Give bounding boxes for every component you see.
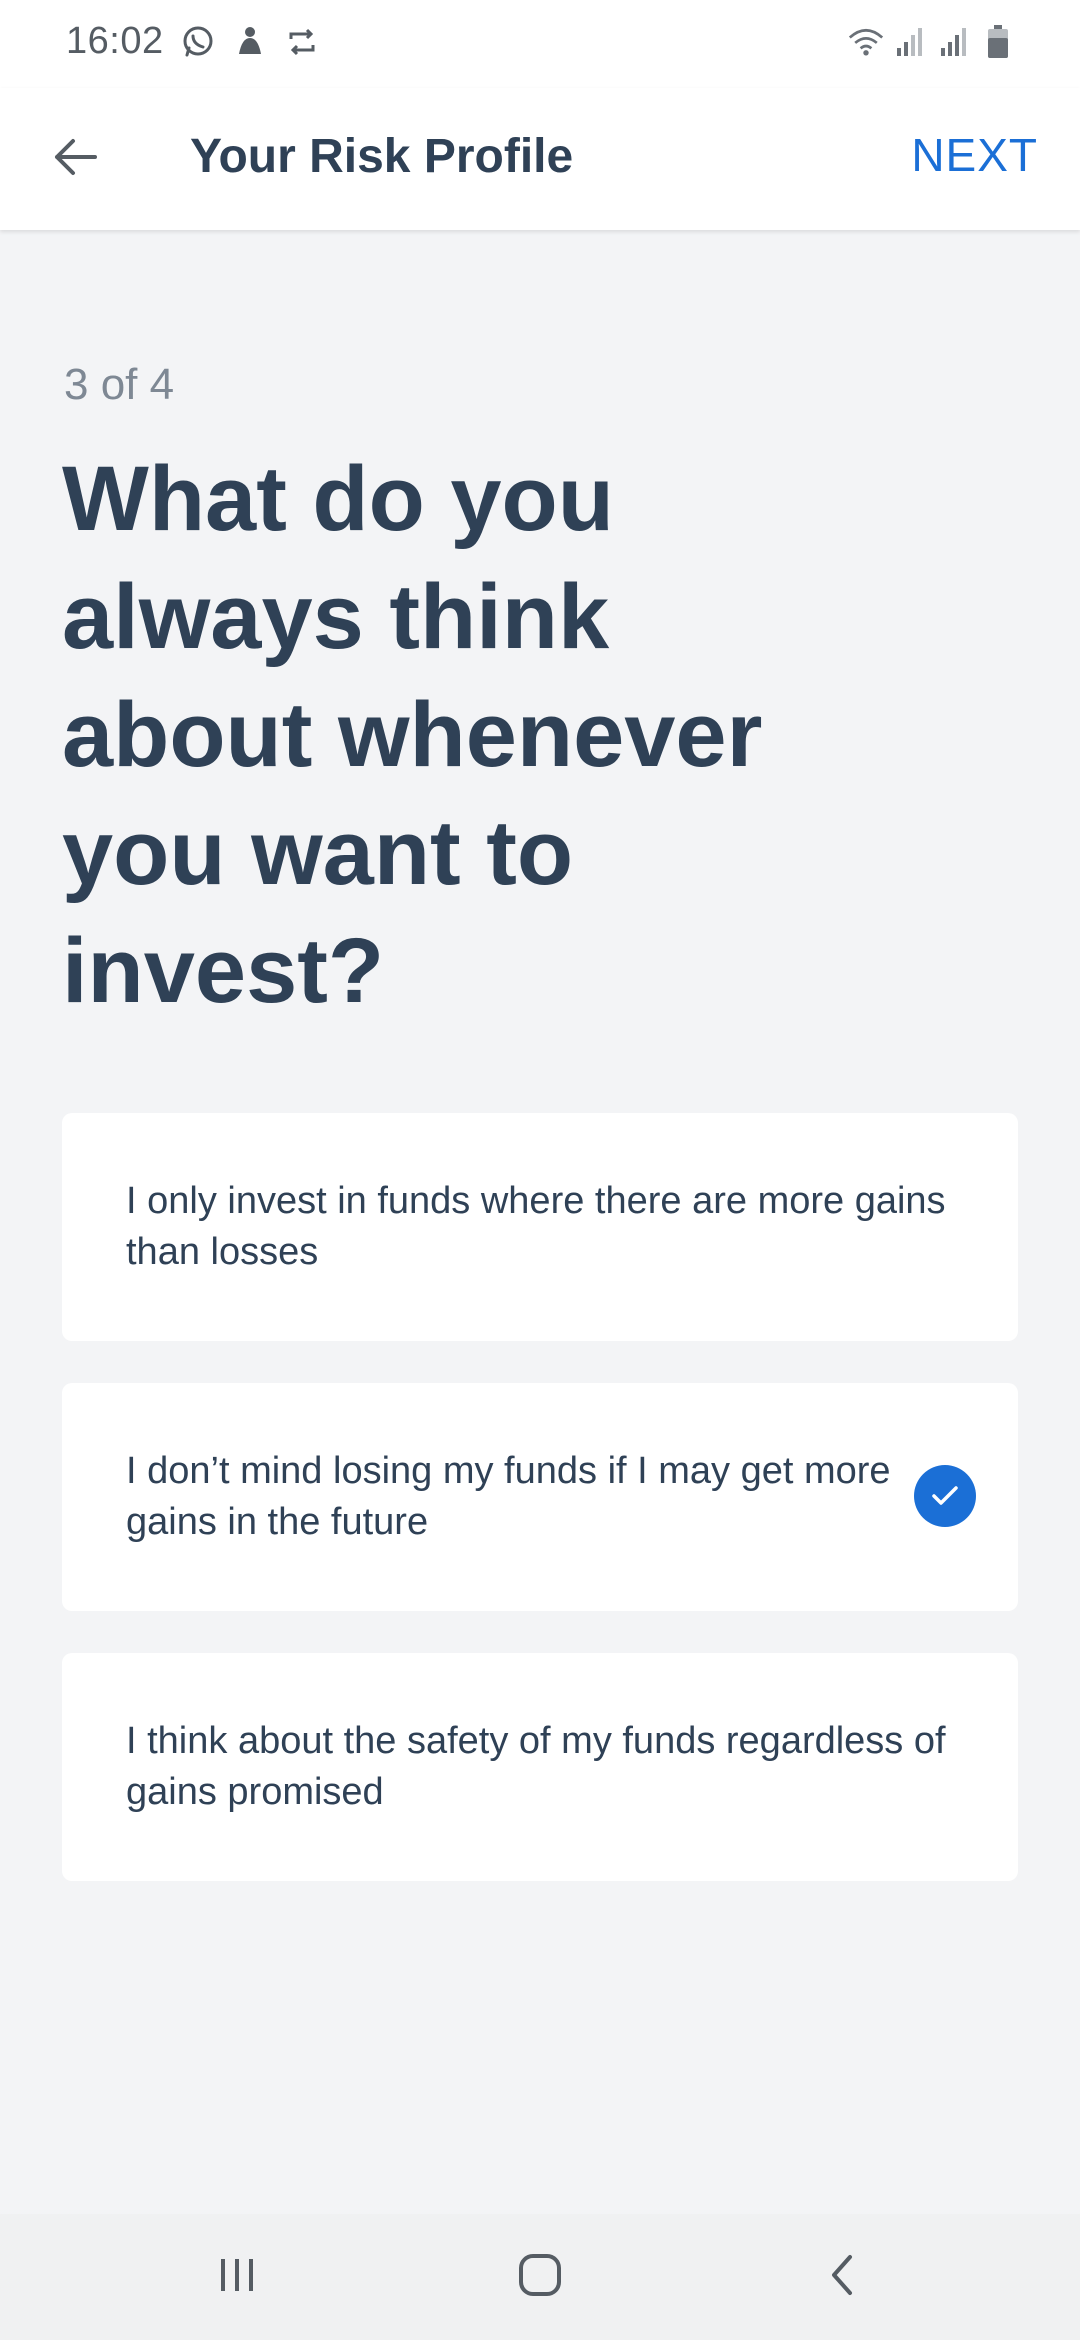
home-button[interactable] (500, 2244, 580, 2310)
answer-option-text: I think about the safety of my funds reg… (126, 1720, 946, 1813)
check-icon (914, 1465, 976, 1527)
answer-option[interactable]: I think about the safety of my funds reg… (62, 1653, 1018, 1881)
question-heading: What do you always think about whenever … (62, 448, 763, 1022)
back-icon (826, 2253, 858, 2302)
answer-option-text: I only invest in funds where there are m… (126, 1180, 946, 1273)
wifi-icon (848, 22, 884, 62)
system-nav-bar (0, 2214, 1080, 2340)
step-indicator: 3 of 4 (64, 360, 175, 409)
system-back-button[interactable] (802, 2244, 882, 2310)
answer-option-text: I don’t mind losing my funds if I may ge… (126, 1450, 891, 1543)
status-time: 16:02 (66, 20, 164, 62)
page-title: Your Risk Profile (190, 130, 574, 183)
notification-app-icon (230, 22, 270, 62)
status-icons-left (178, 22, 322, 62)
status-icons-right (848, 22, 1016, 62)
recent-apps-button[interactable] (197, 2244, 277, 2310)
answer-option[interactable]: I only invest in funds where there are m… (62, 1113, 1018, 1341)
signal-icon (936, 22, 972, 62)
sync-icon (282, 22, 322, 62)
back-button[interactable] (40, 124, 110, 194)
home-icon (517, 2252, 563, 2303)
status-bar: 16:02 (0, 0, 1080, 88)
signal-icon (892, 22, 928, 62)
next-button[interactable]: NEXT (911, 128, 1038, 182)
battery-icon (980, 22, 1016, 62)
app-bar: Your Risk Profile NEXT (0, 88, 1080, 230)
whatsapp-icon (178, 22, 218, 62)
arrow-left-icon (51, 137, 99, 182)
answer-option-selected[interactable]: I don’t mind losing my funds if I may ge… (62, 1383, 1018, 1611)
recent-apps-icon (215, 2255, 259, 2300)
